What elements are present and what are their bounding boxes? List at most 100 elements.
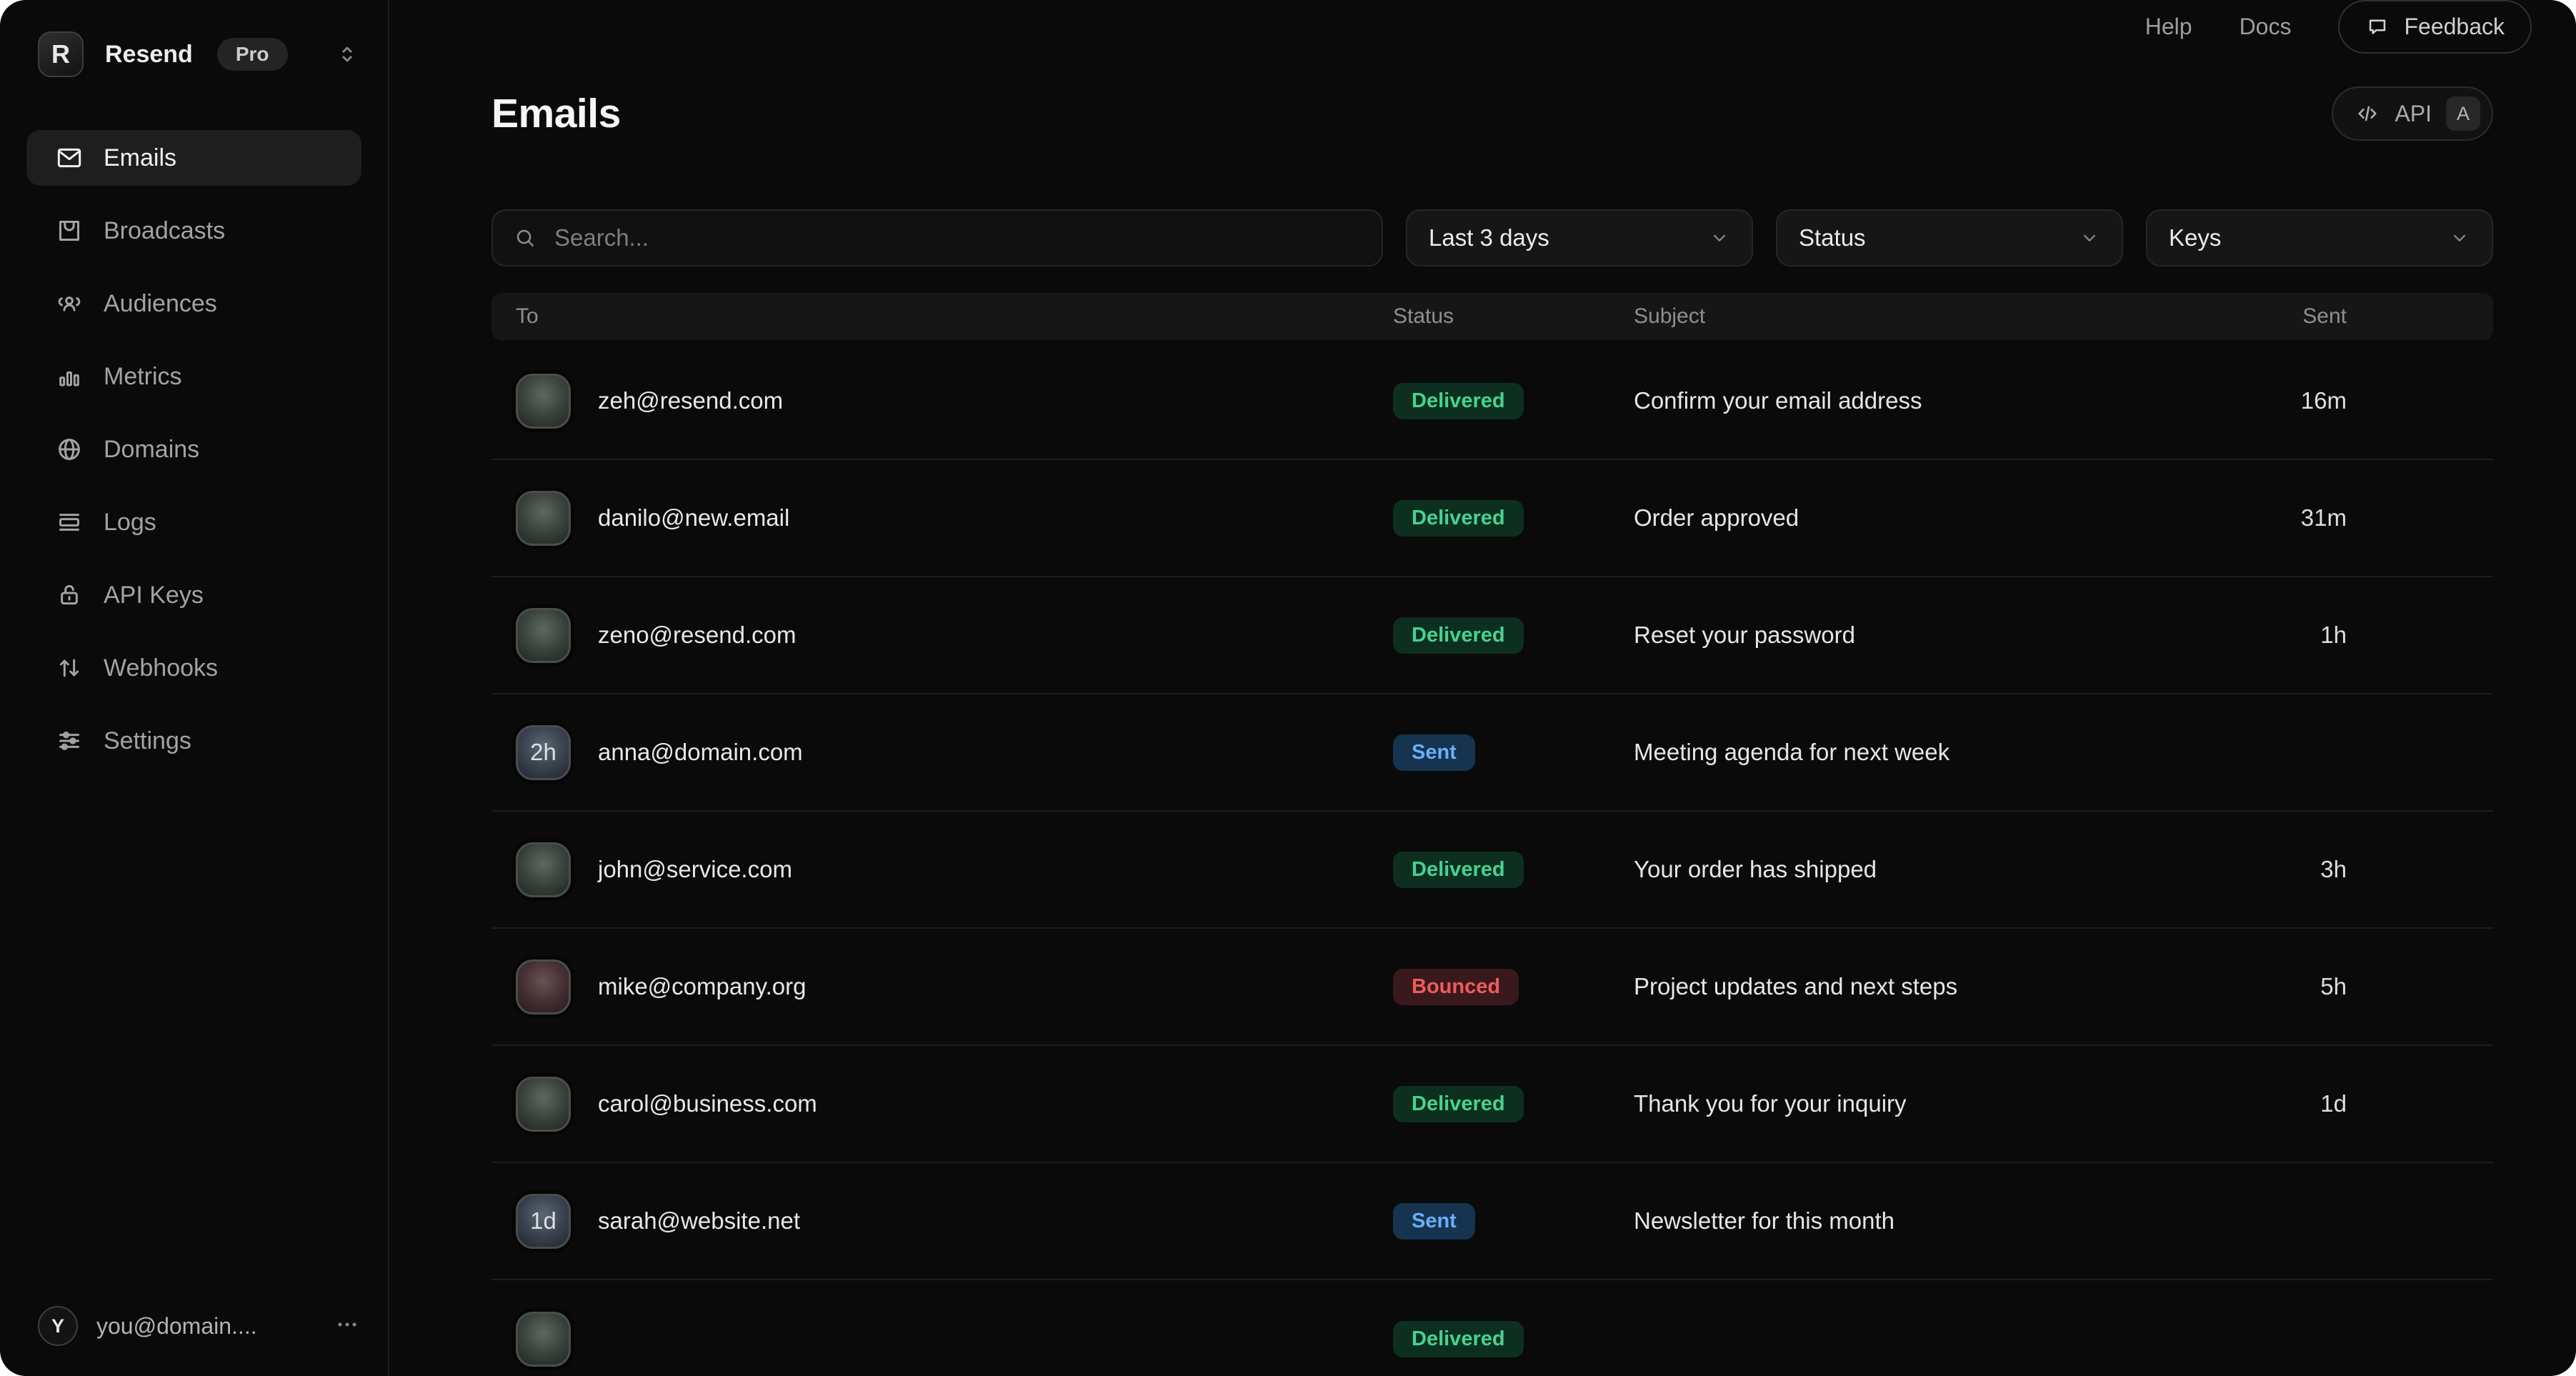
sidebar-item-metrics[interactable]: Metrics	[26, 349, 361, 404]
sidebar-item-label: Domains	[104, 436, 199, 464]
code-icon	[2355, 101, 2380, 126]
email-subject: Reset your password	[1634, 622, 2161, 649]
sent-time: 31m	[2161, 504, 2347, 532]
sidebar-item-label: Metrics	[104, 363, 182, 391]
date-range-dropdown[interactable]: Last 3 days	[1406, 209, 1753, 266]
email-thumbnail	[516, 374, 571, 429]
column-subject: Subject	[1634, 304, 2161, 329]
email-subject: Meeting agenda for next week	[1634, 739, 2161, 766]
filters-row: Last 3 days Status Keys	[491, 209, 2493, 266]
table-header: To Status Subject Sent	[491, 293, 2493, 340]
sent-time: 3h	[2161, 856, 2347, 883]
sidebar-item-domains[interactable]: Domains	[26, 422, 361, 477]
chevrons-up-down-icon[interactable]	[333, 40, 361, 69]
lock-icon	[55, 581, 84, 609]
sidebar-item-label: Webhooks	[104, 654, 218, 682]
email-thumbnail	[516, 1077, 571, 1132]
sidebar-item-webhooks[interactable]: Webhooks	[26, 640, 361, 696]
sidebar-item-settings[interactable]: Settings	[26, 713, 361, 769]
sidebar-item-logs[interactable]: Logs	[26, 494, 361, 550]
api-shortcut-key: A	[2446, 96, 2480, 131]
status-badge: Sent	[1393, 734, 1475, 771]
table-row[interactable]: Delivered	[491, 1280, 2493, 1376]
table-row[interactable]: zeh@resend.com Delivered Confirm your em…	[491, 343, 2493, 460]
sidebar-item-label: Audiences	[104, 290, 217, 318]
sidebar-item-emails[interactable]: Emails	[26, 130, 361, 186]
page-title: Emails	[491, 90, 621, 137]
people-icon	[55, 289, 84, 318]
sent-time: 5h	[2161, 973, 2347, 1000]
search-input[interactable]	[553, 224, 1362, 252]
workspace-name: Resend	[105, 41, 193, 69]
sidebar-item-label: Logs	[104, 509, 156, 537]
recipient-email: danilo@new.email	[598, 504, 789, 532]
sent-time: 16m	[2161, 387, 2347, 414]
rows-icon	[55, 508, 84, 537]
sidebar-item-label: Broadcasts	[104, 217, 225, 245]
sidebar-item-label: Settings	[104, 727, 191, 755]
user-account[interactable]: Y you@domain....	[26, 1305, 361, 1347]
recipient-email: mike@company.org	[598, 973, 807, 1000]
status-value: Status	[1799, 224, 1866, 251]
table-row[interactable]: carol@business.com Delivered Thank you f…	[491, 1046, 2493, 1163]
status-badge: Delivered	[1393, 852, 1524, 888]
sidebar-item-api-keys[interactable]: API Keys	[26, 567, 361, 623]
plan-badge: Pro	[217, 38, 288, 71]
recipient-email: zeno@resend.com	[598, 622, 796, 649]
email-thumbnail	[516, 1312, 571, 1367]
feedback-label: Feedback	[2404, 14, 2505, 40]
workspace-switcher[interactable]: R Resend Pro	[26, 29, 361, 80]
email-thumbnail: 1d	[516, 1194, 571, 1249]
sent-time: 1d	[2161, 1090, 2347, 1117]
column-status: Status	[1393, 304, 1634, 329]
email-thumbnail	[516, 491, 571, 546]
feedback-button[interactable]: Feedback	[2338, 0, 2532, 54]
sliders-icon	[55, 727, 84, 755]
envelope-icon	[55, 144, 84, 172]
topbar: Help Docs Feedback	[389, 0, 2576, 54]
recipient-email: john@service.com	[598, 856, 792, 883]
title-row: Emails API A	[491, 84, 2493, 144]
sidebar-nav: Emails Broadcasts Audiences Metrics Domains L…	[26, 130, 361, 769]
chat-bubble-icon	[2365, 15, 2390, 39]
sidebar-item-label: Emails	[104, 144, 176, 172]
keys-dropdown[interactable]: Keys	[2146, 209, 2493, 266]
email-subject: Your order has shipped	[1634, 856, 2161, 883]
table-row[interactable]: mike@company.org Bounced Project updates…	[491, 929, 2493, 1046]
chevron-down-icon	[2079, 227, 2100, 249]
table-row[interactable]: 2h anna@domain.com Sent Meeting agenda f…	[491, 694, 2493, 812]
status-badge: Delivered	[1393, 500, 1524, 537]
broadcast-tray-icon	[55, 216, 84, 245]
table-row[interactable]: danilo@new.email Delivered Order approve…	[491, 460, 2493, 577]
resend-logo: R	[38, 31, 84, 77]
docs-link[interactable]: Docs	[2240, 14, 2292, 40]
avatar: Y	[38, 1306, 78, 1346]
email-table: zeh@resend.com Delivered Confirm your em…	[491, 343, 2493, 1376]
content: Emails API A Last 3 days Status	[389, 54, 2576, 1376]
recipient-email: carol@business.com	[598, 1090, 817, 1117]
status-badge: Delivered	[1393, 1086, 1524, 1122]
search-box[interactable]	[491, 209, 1383, 266]
recipient-email: zeh@resend.com	[598, 387, 783, 414]
recipient-email: anna@domain.com	[598, 739, 803, 766]
status-badge: Delivered	[1393, 617, 1524, 654]
table-row[interactable]: john@service.com Delivered Your order ha…	[491, 812, 2493, 929]
table-row[interactable]: zeno@resend.com Delivered Reset your pas…	[491, 577, 2493, 694]
help-link[interactable]: Help	[2145, 14, 2192, 40]
api-button[interactable]: API A	[2332, 86, 2493, 141]
sidebar-item-audiences[interactable]: Audiences	[26, 276, 361, 331]
email-thumbnail: 2h	[516, 725, 571, 780]
email-subject: Order approved	[1634, 504, 2161, 532]
app-window: R Resend Pro Emails Broadcasts Audiences Me…	[0, 0, 2576, 1376]
keys-value: Keys	[2169, 224, 2221, 251]
chevron-down-icon	[2449, 227, 2470, 249]
table-row[interactable]: 1d sarah@website.net Sent Newsletter for…	[491, 1163, 2493, 1280]
sent-time: 1h	[2161, 622, 2347, 649]
status-badge: Delivered	[1393, 383, 1524, 419]
email-thumbnail	[516, 959, 571, 1014]
status-dropdown[interactable]: Status	[1776, 209, 2123, 266]
sidebar-item-broadcasts[interactable]: Broadcasts	[26, 203, 361, 259]
email-subject: Project updates and next steps	[1634, 973, 2161, 1000]
dots-horizontal-icon[interactable]	[333, 1310, 361, 1342]
bar-chart-icon	[55, 362, 84, 391]
